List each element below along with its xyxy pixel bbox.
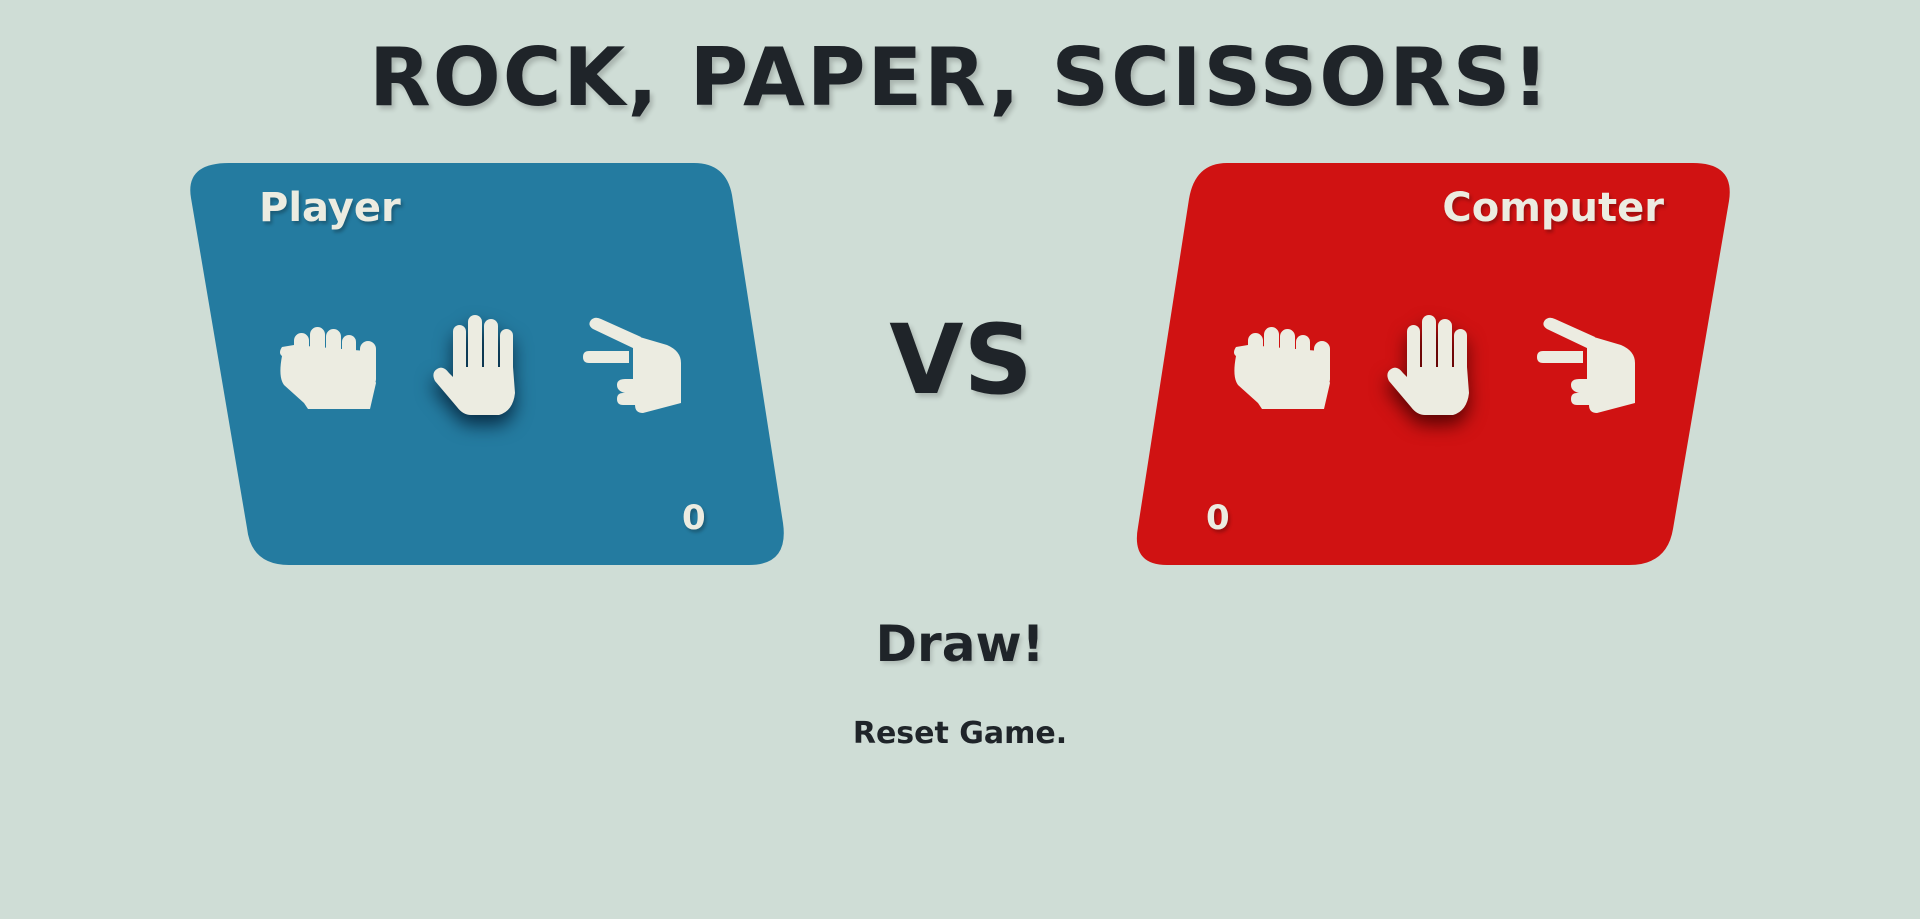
rock-hand-icon	[1234, 327, 1330, 409]
player-paper-button[interactable]	[429, 311, 539, 421]
scissors-hand-icon	[1537, 317, 1635, 413]
vs-label: VS	[889, 304, 1033, 416]
player-label: Player	[259, 185, 401, 231]
player-choices	[274, 311, 694, 421]
computer-scissors	[1533, 311, 1643, 421]
computer-card: Computer 0	[1136, 163, 1733, 565]
paper-hand-icon	[433, 315, 515, 415]
computer-score: 0	[1206, 498, 1230, 538]
computer-rock	[1228, 311, 1338, 421]
computer-label: Computer	[1442, 185, 1664, 231]
game-title: ROCK, PAPER, SCISSORS!	[369, 31, 1551, 124]
result-message: Draw!	[875, 615, 1045, 673]
computer-choices	[1228, 311, 1648, 421]
player-card: Player 0	[189, 163, 785, 565]
rock-hand-icon	[280, 327, 376, 409]
paper-hand-icon	[1387, 315, 1469, 415]
scissors-hand-icon	[583, 317, 681, 413]
player-rock-button[interactable]	[274, 311, 384, 421]
player-score: 0	[682, 498, 706, 538]
reset-game-button[interactable]: Reset Game.	[810, 712, 1110, 756]
computer-paper	[1383, 311, 1493, 421]
player-scissors-button[interactable]	[579, 311, 689, 421]
